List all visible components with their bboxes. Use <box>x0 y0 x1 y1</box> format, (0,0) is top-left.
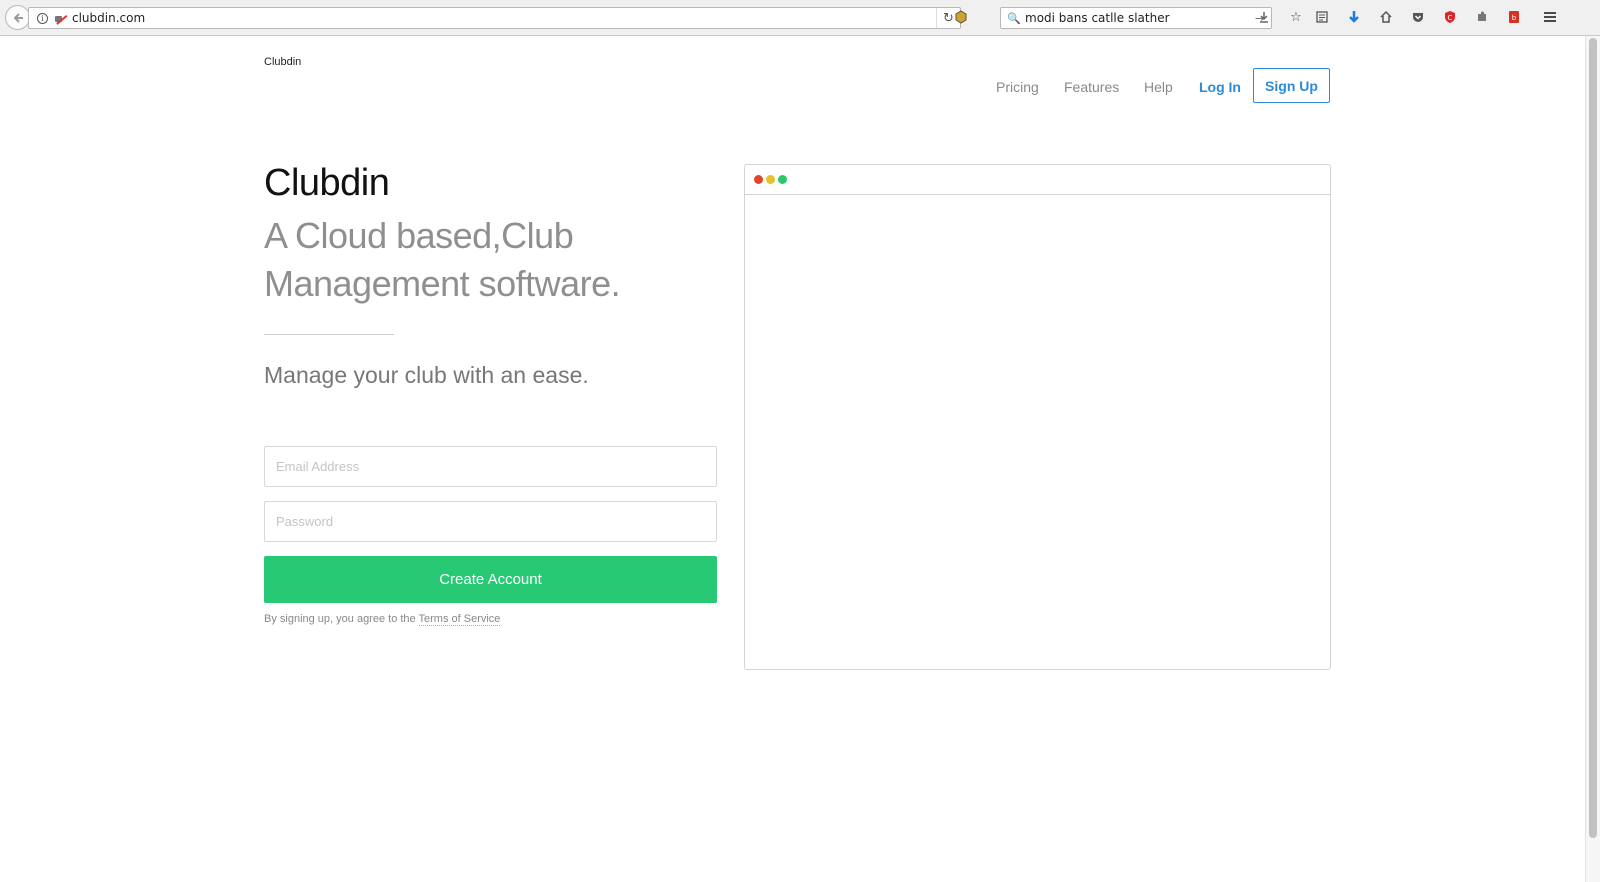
nav-help-link[interactable]: Help <box>1144 79 1173 95</box>
download-icon[interactable] <box>1256 9 1272 25</box>
adblock-icon[interactable]: C <box>1442 9 1458 25</box>
nav-pricing[interactable]: Pricing <box>996 69 1039 105</box>
puzzle-icon[interactable] <box>1474 9 1490 25</box>
email-field[interactable] <box>264 446 717 487</box>
terms-prefix: By signing up, you agree to the <box>264 613 419 625</box>
app-preview-window <box>744 164 1331 670</box>
nav-features[interactable]: Features <box>1064 69 1119 105</box>
login-link[interactable]: Log In <box>1199 79 1241 95</box>
terms-note: By signing up, you agree to the Terms of… <box>264 613 501 626</box>
browser-toolbar: i clubdin.com ↻ 🔍 modi bans catlle slath… <box>0 0 1600 36</box>
svg-text:C: C <box>1448 14 1453 22</box>
green-dot-icon <box>778 175 787 184</box>
signup-button[interactable]: Sign Up <box>1253 68 1330 103</box>
page: Clubdin Pricing Features Help Log In Sig… <box>0 36 1585 882</box>
back-arrow-icon <box>13 12 23 23</box>
bookmark-star-icon[interactable]: ☆ <box>1288 9 1304 25</box>
scrollbar-thumb[interactable] <box>1589 38 1597 838</box>
pocket-icon[interactable] <box>1410 9 1426 25</box>
back-button[interactable] <box>5 5 30 30</box>
preview-titlebar <box>745 165 1330 195</box>
url-text[interactable]: clubdin.com <box>72 11 936 25</box>
red-dot-icon <box>754 175 763 184</box>
nav-help[interactable]: Help <box>1144 69 1173 105</box>
divider <box>264 334 394 335</box>
create-account-button[interactable]: Create Account <box>264 556 717 603</box>
scrollbar[interactable] <box>1585 36 1600 882</box>
download-arrow-icon[interactable] <box>1346 9 1362 25</box>
yellow-dot-icon <box>766 175 775 184</box>
search-bar[interactable]: 🔍 modi bans catlle slather → <box>1000 7 1272 29</box>
addon-icon[interactable] <box>953 9 969 25</box>
password-field[interactable] <box>264 501 717 542</box>
nav-features-link[interactable]: Features <box>1064 79 1119 95</box>
hero-title: Clubdin <box>264 162 390 204</box>
menu-icon[interactable] <box>1542 9 1558 25</box>
terms-link[interactable]: Terms of Service <box>418 613 501 626</box>
reading-list-icon[interactable] <box>1314 9 1330 25</box>
pdf-icon[interactable]: b <box>1506 9 1522 25</box>
info-icon[interactable]: i <box>37 12 48 24</box>
tagline: Manage your club with an ease. <box>264 362 589 388</box>
brand-logo[interactable]: Clubdin <box>264 56 301 68</box>
svg-text:b: b <box>1512 14 1517 22</box>
search-icon: 🔍 <box>1007 11 1021 25</box>
hero-subtitle: A Cloud based,Club Management software. <box>264 215 621 304</box>
home-icon[interactable] <box>1378 9 1394 25</box>
nav-pricing-link[interactable]: Pricing <box>996 79 1039 95</box>
insecure-lock-icon[interactable] <box>53 13 64 23</box>
nav-login[interactable]: Log In <box>1199 69 1241 105</box>
address-bar[interactable]: i clubdin.com ↻ <box>28 7 961 29</box>
search-query[interactable]: modi bans catlle slather <box>1025 11 1255 25</box>
